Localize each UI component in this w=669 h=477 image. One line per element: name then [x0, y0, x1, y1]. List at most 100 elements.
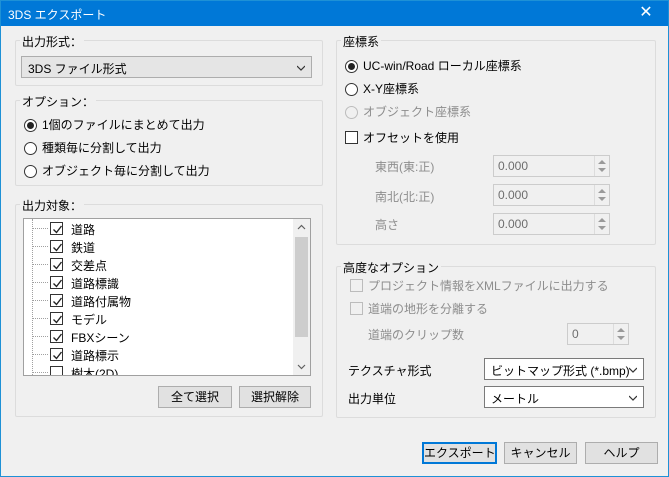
export-dialog: 3DS エクスポート ✕ 出力形式： 3DS ファイル形式 オプション： 1個の…	[0, 0, 669, 477]
cancel-button[interactable]: キャンセル	[504, 442, 577, 464]
checkbox[interactable]	[50, 330, 63, 343]
output-format-select[interactable]: 3DS ファイル形式	[21, 56, 312, 78]
east-offset-input[interactable]: 0.000	[493, 155, 610, 177]
list-item[interactable]: 道路付属物	[24, 291, 294, 309]
list-item[interactable]: モデル	[24, 309, 294, 327]
checkbox[interactable]	[50, 312, 63, 325]
spin-up-icon[interactable]	[598, 218, 606, 222]
spin-down-icon[interactable]	[598, 168, 606, 172]
tree-connector	[32, 264, 48, 265]
output-unit-value: メートル	[491, 392, 540, 406]
spin-buttons[interactable]	[594, 156, 609, 176]
tree-connector	[32, 354, 48, 355]
check-icon	[53, 279, 63, 288]
texture-format-label: テクスチャ形式	[348, 364, 432, 378]
scroll-down-icon[interactable]	[293, 358, 310, 375]
checkbox[interactable]	[50, 276, 63, 289]
texture-format-value: ビットマップ形式 (*.bmp)	[491, 364, 630, 378]
clip-count-value: 0	[572, 327, 579, 341]
check-icon	[53, 297, 63, 306]
spin-up-icon[interactable]	[598, 160, 606, 164]
output-unit-select[interactable]: メートル	[484, 386, 644, 408]
project-xml-label: プロジェクト情報をXMLファイルに出力する	[368, 279, 609, 293]
item-label: 道路付属物	[71, 295, 132, 309]
output-format-value: 3DS ファイル形式	[28, 62, 127, 76]
option-label: 種類毎に分割して出力	[42, 141, 162, 155]
export-button[interactable]: エクスポート	[422, 442, 497, 464]
deselect-all-button[interactable]: 選択解除	[239, 386, 311, 408]
separate-terrain-label: 道端の地形を分離する	[368, 302, 489, 316]
list-item[interactable]: 道路標示	[24, 345, 294, 363]
east-label: 東西(東:正)	[375, 160, 435, 174]
options-label: オプション：	[20, 93, 97, 110]
select-all-button[interactable]: 全て選択	[158, 386, 232, 408]
list-item[interactable]: FBXシーン	[24, 327, 294, 345]
item-label: モデル	[71, 313, 108, 327]
radio-button[interactable]	[345, 83, 358, 96]
scroll-thumb[interactable]	[295, 237, 308, 337]
advanced-label: 高度なオプション	[341, 259, 442, 276]
north-label: 南北(北:正)	[375, 190, 435, 204]
tree-connector	[32, 246, 48, 247]
spin-buttons[interactable]	[594, 214, 609, 234]
spin-down-icon[interactable]	[598, 197, 606, 201]
list-item[interactable]: 道路標識	[24, 273, 294, 291]
output-format-label: 出力形式：	[20, 33, 85, 50]
east-offset-value: 0.000	[498, 159, 529, 173]
height-offset-value: 0.000	[498, 217, 529, 231]
texture-format-select[interactable]: ビットマップ形式 (*.bmp)	[484, 358, 644, 380]
list-item[interactable]: 樹木(2D)	[24, 363, 294, 375]
tree-connector	[32, 336, 48, 337]
coord-label: UC-win/Road ローカル座標系	[363, 59, 522, 73]
close-button[interactable]: ✕	[624, 1, 668, 26]
radio-button[interactable]	[24, 142, 37, 155]
coordinate-label: 座標系	[341, 33, 382, 50]
checkbox[interactable]	[345, 131, 358, 144]
list-item[interactable]: 道路	[24, 219, 294, 237]
targets-list[interactable]: 道路鉄道交差点 道路標識道路付属物モデル FBXシーン 道路標示 樹木(2D)	[23, 218, 311, 376]
checkbox[interactable]	[350, 279, 363, 292]
spin-down-icon[interactable]	[598, 226, 606, 230]
radio-button[interactable]	[345, 106, 358, 119]
clip-count-input[interactable]: 0	[567, 323, 629, 345]
item-label: 交差点	[71, 259, 108, 273]
spin-up-icon[interactable]	[598, 189, 606, 193]
item-label: 鉄道	[71, 241, 96, 255]
spin-up-icon[interactable]	[617, 328, 625, 332]
checkbox[interactable]	[50, 294, 63, 307]
checkbox[interactable]	[50, 258, 63, 271]
checkbox[interactable]	[50, 366, 63, 375]
checkbox[interactable]	[50, 222, 63, 235]
north-offset-input[interactable]: 0.000	[493, 184, 610, 206]
check-icon	[53, 225, 63, 234]
checkbox[interactable]	[350, 302, 363, 315]
list-item[interactable]: 交差点	[24, 255, 294, 273]
radio-button[interactable]	[24, 119, 37, 132]
scroll-up-icon[interactable]	[293, 219, 310, 236]
option-label: オブジェクト毎に分割して出力	[42, 164, 210, 178]
clip-count-label: 道端のクリップ数	[368, 328, 465, 342]
radio-button[interactable]	[345, 60, 358, 73]
checkbox[interactable]	[50, 348, 63, 361]
height-offset-input[interactable]: 0.000	[493, 213, 610, 235]
radio-button[interactable]	[24, 165, 37, 178]
north-offset-value: 0.000	[498, 188, 529, 202]
output-unit-label: 出力単位	[348, 392, 397, 406]
checkbox[interactable]	[50, 240, 63, 253]
chevron-down-icon	[297, 65, 305, 71]
coord-label: X-Y座標系	[363, 82, 420, 96]
vertical-scrollbar[interactable]	[293, 219, 310, 375]
check-icon	[53, 315, 63, 324]
item-label: 道路	[71, 223, 96, 237]
help-button[interactable]: ヘルプ	[585, 442, 658, 464]
window-title: 3DS エクスポート	[8, 8, 107, 22]
title-bar[interactable]: 3DS エクスポート ✕	[1, 1, 668, 26]
list-item[interactable]: 鉄道	[24, 237, 294, 255]
tree-connector	[32, 372, 48, 373]
chevron-down-icon	[629, 395, 637, 401]
targets-label: 出力対象：	[20, 197, 85, 214]
spin-buttons[interactable]	[613, 324, 628, 344]
spin-buttons[interactable]	[594, 185, 609, 205]
spin-down-icon[interactable]	[617, 336, 625, 340]
option-label: 1個のファイルにまとめて出力	[42, 118, 205, 132]
